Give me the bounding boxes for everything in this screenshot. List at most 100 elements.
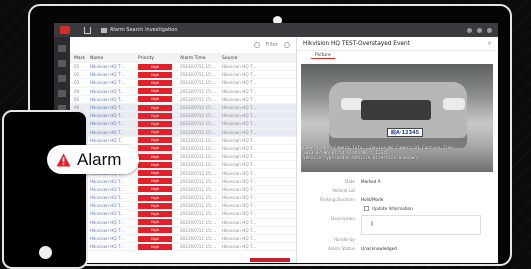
text-cursor-icon: I: [371, 220, 374, 228]
table-row[interactable]: 04 Hikvision HQ T... High 2023/07/11 15:...…: [70, 88, 296, 96]
user-icon[interactable]: [477, 27, 482, 33]
field-row: Date Marked A: [301, 177, 495, 186]
priority-badge: High: [138, 104, 172, 111]
priority-badge: High: [138, 178, 172, 185]
priority-badge: High: [138, 120, 172, 127]
event-detail-panel: Hikvision HQ TEST-Overstayed Event × Pic…: [296, 37, 498, 263]
priority-badge: High: [138, 210, 172, 217]
priority-badge: High: [138, 63, 172, 70]
row-alarm-time: 2023/07/11 15:...: [180, 195, 217, 201]
table-row[interactable]: 07Hikvision HQ T...High2023/07/11 15:...…: [70, 112, 296, 121]
field-label: Parking Duration: [319, 197, 355, 202]
table-row[interactable]: 16Hikvision HQ T...High2023/07/11 15:...…: [70, 186, 296, 194]
filter-icon[interactable]: [253, 42, 260, 48]
phone-home-button[interactable]: [39, 246, 52, 259]
col-mark[interactable]: Mark: [70, 56, 86, 61]
row-name: Hikvision HQ T...: [90, 121, 125, 127]
list-toolbar: Filter: [70, 37, 296, 53]
row-name: Hikvision HQ T...: [90, 113, 125, 119]
row-priority: High: [134, 104, 176, 111]
row-priority: High: [134, 153, 176, 160]
priority-badge: High: [138, 227, 172, 234]
sidebar-icon-4[interactable]: [58, 90, 66, 97]
row-alarm-time: 2023/07/11 15:...: [180, 88, 217, 94]
row-alarm-time: 2023/07/11 15:...: [180, 105, 217, 111]
table-row[interactable]: 05 Hikvision HQ T... High 2023/07/11 15:...…: [70, 96, 296, 104]
priority-badge: High: [138, 202, 172, 209]
priority-badge: High: [138, 235, 172, 242]
row-alarm-time: 2023/07/11 15:...: [180, 162, 217, 168]
export-icon[interactable]: [284, 42, 290, 48]
table-row[interactable]: 10Hikvision HQ T...High2023/07/11 15:...…: [70, 137, 296, 145]
sidebar-icon-3[interactable]: [58, 75, 66, 82]
field-row: Vehicle Lot: [301, 186, 495, 195]
table-row[interactable]: 01 Hikvision HQ T... High 2023/07/11 15:...…: [70, 63, 296, 72]
row-alarm-time: 2023/07/11 15:...: [180, 121, 217, 127]
row-name: Hikvision HQ T...: [90, 178, 125, 184]
menu-icon[interactable]: [487, 27, 492, 33]
headlight-left: [341, 98, 363, 110]
field-row: Update Information: [301, 204, 495, 213]
row-name: Hikvision HQ T...: [90, 96, 125, 102]
priority-badge: High: [138, 129, 172, 136]
sidebar-icon-1[interactable]: [58, 45, 66, 52]
col-source[interactable]: Source: [218, 56, 264, 61]
table-row[interactable]: 23Hikvision HQ T...High2023/07/11 15:...…: [70, 243, 296, 252]
phone-frame: [2, 110, 88, 269]
action-button[interactable]: [250, 258, 290, 262]
field-label: Alarm Status: [328, 246, 355, 251]
table-row[interactable]: 19Hikvision HQ T...High2023/07/11 15:...…: [70, 210, 296, 219]
row-source: Hikvision HQ T...: [222, 145, 257, 151]
col-name[interactable]: Name: [86, 56, 134, 61]
home-icon[interactable]: [84, 26, 91, 34]
close-icon[interactable]: ×: [487, 40, 492, 47]
detail-tabs: Picture: [297, 51, 498, 61]
alarm-notification[interactable]: Alarm: [47, 145, 139, 174]
tab-picture[interactable]: Picture: [311, 53, 335, 59]
detail-form: Date Marked A Vehicle Lot Parking Durati…: [301, 177, 495, 253]
headlight-right: [443, 98, 465, 110]
row-priority: High: [134, 120, 176, 127]
description-textarea[interactable]: I: [361, 215, 481, 235]
table-row[interactable]: 17Hikvision HQ T...High2023/07/11 15:...…: [70, 194, 296, 203]
row-source: Hikvision HQ T...: [222, 88, 257, 94]
table-row[interactable]: 03 Hikvision HQ T... High 2023/07/11 15:...…: [70, 79, 296, 88]
table-row[interactable]: 02 Hikvision HQ T... High 2023/07/11 15:...…: [70, 71, 296, 80]
row-source: Hikvision HQ T...: [222, 203, 257, 209]
priority-badge: High: [138, 112, 172, 119]
field-label: Handle by: [333, 237, 355, 242]
update-checkbox[interactable]: [364, 206, 369, 211]
row-name: Hikvision HQ T...: [90, 227, 125, 233]
capture-image[interactable]: 皖A·12345 Camera No.: Camera Info.: Devic…: [301, 64, 493, 172]
row-name: Hikvision HQ T...: [90, 88, 125, 94]
table-row[interactable]: 06 Hikvision HQ T... High 2023/07/11 15:...…: [70, 103, 296, 113]
table-row[interactable]: 18Hikvision HQ T...High2023/07/11 15:...…: [70, 202, 296, 211]
row-priority: High: [134, 129, 176, 136]
table-row[interactable]: 22Hikvision HQ T...High2023/07/11 15:...…: [70, 235, 296, 244]
sidebar-icon-2[interactable]: [58, 60, 66, 67]
field-label: Vehicle Lot: [332, 188, 355, 193]
notification-icon[interactable]: [467, 27, 472, 33]
tab-alarm-search[interactable]: Alarm Search Investigation: [101, 27, 178, 33]
row-alarm-time: 2023/07/11 15:...: [180, 137, 217, 143]
table-row[interactable]: 09Hikvision HQ T...High2023/07/11 15:...…: [70, 128, 296, 137]
detail-title: Hikvision HQ TEST-Overstayed Event: [303, 40, 410, 47]
col-alarm-time[interactable]: Alarm Time: [176, 56, 218, 61]
row-name: Hikvision HQ T...: [90, 72, 125, 78]
row-source: Hikvision HQ T...: [222, 236, 257, 242]
table-row[interactable]: 21Hikvision HQ T...High2023/07/11 15:...…: [70, 227, 296, 235]
row-priority: High: [134, 112, 176, 119]
vehicle-grille: [361, 100, 431, 120]
field-value: Unacknowledged: [361, 246, 397, 251]
col-priority[interactable]: Priority: [134, 56, 176, 61]
table-row[interactable]: 20Hikvision HQ T...High2023/07/11 15:...…: [70, 219, 296, 227]
row-name: Hikvision HQ T...: [90, 211, 125, 217]
row-priority: High: [134, 96, 176, 103]
row-mark: 02: [74, 72, 80, 78]
row-priority: High: [134, 194, 176, 201]
table-row[interactable]: 15Hikvision HQ T...High2023/07/11 15:...…: [70, 178, 296, 186]
table-row[interactable]: 08Hikvision HQ T...High2023/07/11 15:...…: [70, 120, 296, 129]
field-label: Description: [331, 216, 355, 221]
field-value: Marked A: [361, 179, 381, 184]
filter-label[interactable]: Filter: [266, 42, 278, 48]
